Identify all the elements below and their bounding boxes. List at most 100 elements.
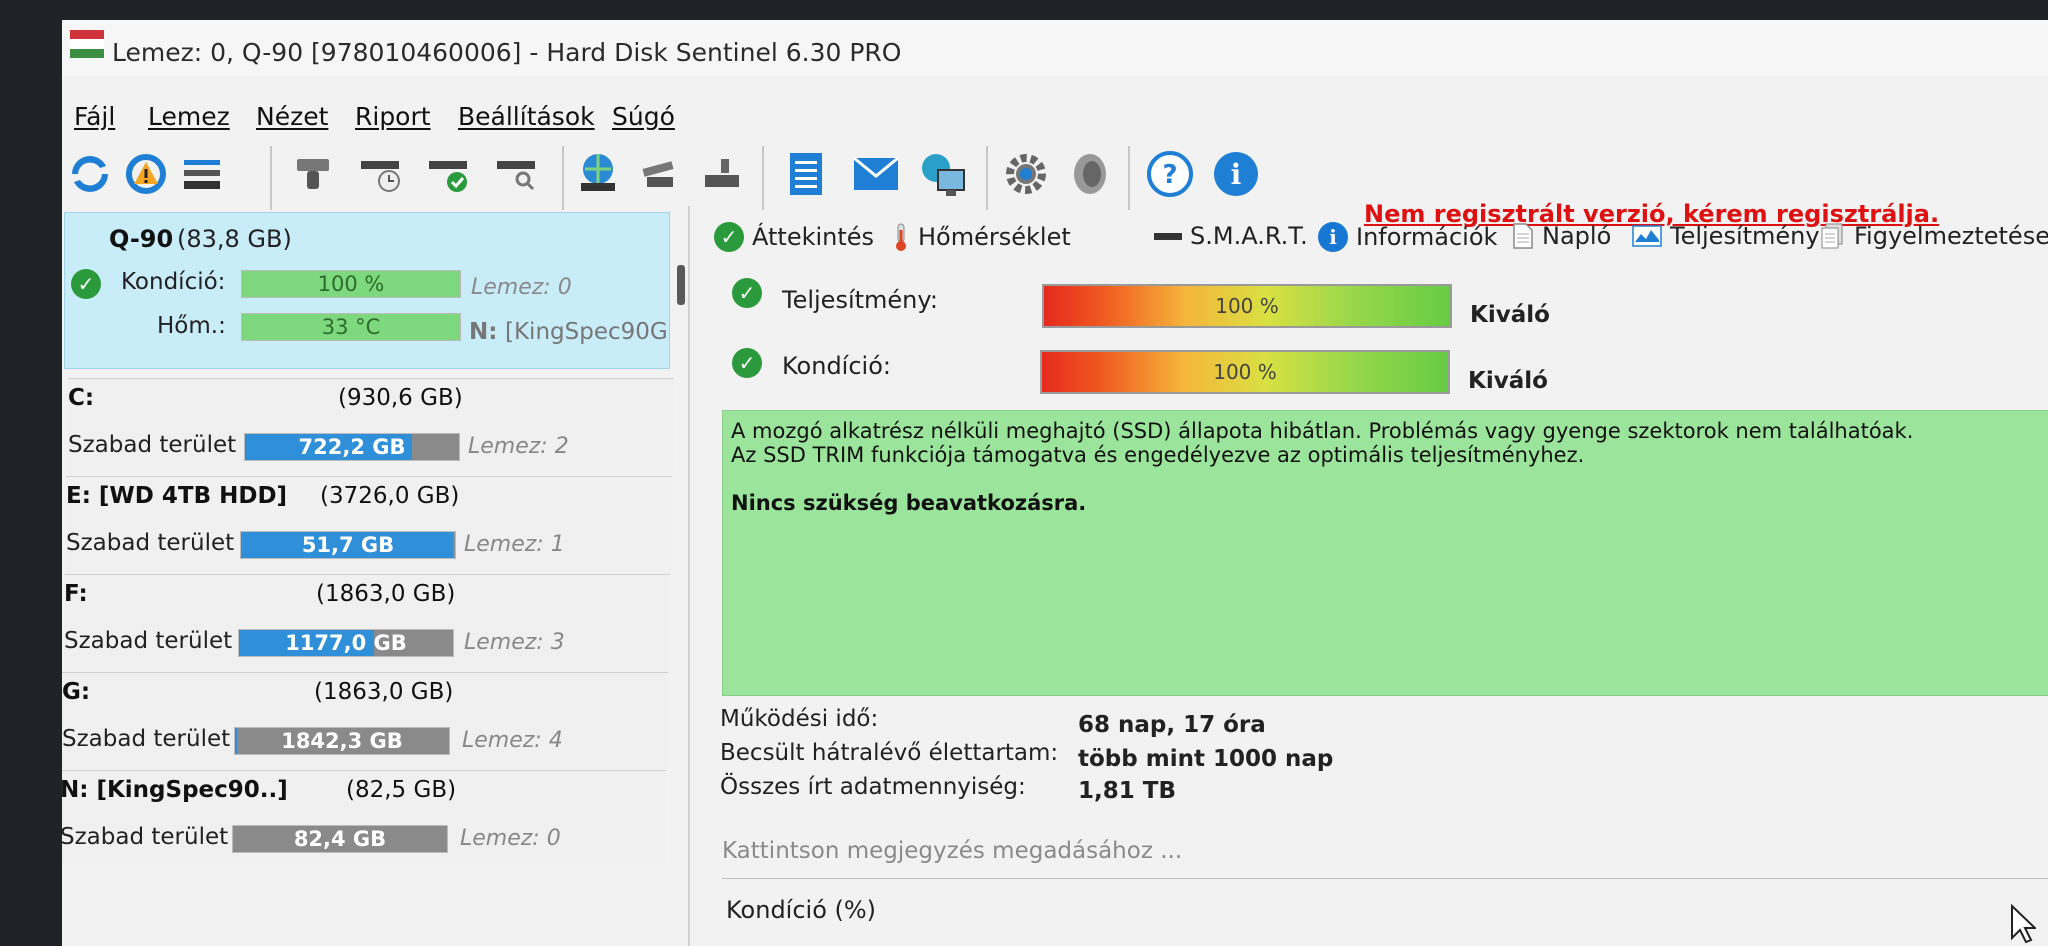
tab-label: Teljesítmény [1670, 222, 1820, 250]
disk-list-button[interactable] [174, 144, 230, 204]
tab-information[interactable]: i Információk [1318, 222, 1497, 252]
temperature-bar-value: 33 °C [321, 315, 381, 339]
web-button[interactable] [914, 144, 970, 204]
report-button[interactable] [778, 144, 834, 204]
disk-panel: Q-90 (83,8 GB) ✓ Kondíció: 100 % Lemez: … [62, 206, 698, 946]
volume-item[interactable]: E: [WD 4TB HDD] (3726,0 GB) Szabad terül… [66, 476, 672, 573]
disk-schedule-button[interactable] [354, 144, 410, 204]
tab-label: Információk [1356, 223, 1498, 251]
condition-ok-icon: ✓ [732, 348, 762, 378]
alerts-document-icon [1821, 223, 1843, 249]
condition-rating: Kiváló [1468, 368, 1548, 394]
email-button[interactable] [848, 144, 904, 204]
uptime-value: 68 nap, 17 óra [1078, 712, 1266, 738]
globe-disk-icon [581, 154, 615, 191]
free-space-bar: 51,7 GB [240, 531, 456, 559]
disk-search-button[interactable] [490, 144, 546, 204]
toolbar-separator [1128, 146, 1130, 210]
tab-overview[interactable]: ✓ Áttekintés [714, 222, 874, 252]
menu-disk[interactable]: Lemez [148, 102, 230, 131]
globe-disk-button[interactable] [570, 144, 626, 204]
free-space-value: 1177,0 GB [285, 631, 407, 655]
menu-file[interactable]: Fájl [74, 102, 115, 131]
performance-gauge-value: 100 % [1215, 294, 1279, 318]
free-space-value: 82,4 GB [293, 827, 387, 851]
info-icon: i [1214, 152, 1258, 196]
disk-check-icon [429, 161, 467, 192]
volume-disk-index: Lemez: 3 [464, 630, 565, 655]
status-action: Nincs szükség beavatkozásra. [731, 491, 1087, 515]
window-title: Lemez: 0, Q-90 [978010460006] - Hard Dis… [112, 38, 902, 67]
condition-bar: 100 % [241, 270, 461, 298]
panel-divider[interactable] [688, 206, 690, 946]
menu-view[interactable]: Nézet [256, 102, 328, 131]
network-disk-icon [705, 159, 739, 187]
menu-report[interactable]: Riport [355, 102, 431, 131]
free-space-label: Szabad terület [64, 628, 233, 654]
tab-alerts[interactable]: Figyelmeztetések [1820, 222, 2048, 250]
volume-item[interactable]: F: (1863,0 GB) Szabad terület 1177,0 GB … [64, 574, 670, 671]
note-field[interactable]: Kattintson megjegyzés megadásához ... [722, 830, 2048, 879]
tab-smart[interactable]: S.M.A.R.T. [1154, 222, 1308, 250]
condition-chart-label: Kondíció (%) [726, 896, 877, 924]
mouse-cursor-icon [2011, 904, 2036, 944]
refresh-warning-icon [126, 154, 166, 194]
settings-button[interactable] [998, 144, 1054, 204]
volume-name: F: [64, 581, 88, 607]
status-line-2: Az SSD TRIM funkciója támogatva és enged… [731, 443, 1585, 467]
performance-label: Teljesítmény: [782, 286, 938, 314]
selected-disk-card[interactable]: Q-90 (83,8 GB) ✓ Kondíció: 100 % Lemez: … [64, 212, 685, 369]
volume-item[interactable]: N: [KingSpec90..] (82,5 GB) Szabad terül… [62, 770, 666, 867]
written-label: Összes írt adatmennyiség: [720, 774, 1026, 800]
disk-volume-name: [KingSpec90G [505, 319, 668, 345]
usb-disk-button[interactable] [632, 144, 688, 204]
email-icon [853, 156, 899, 190]
status-line-1: A mozgó alkatrész nélküli meghajtó (SSD)… [731, 419, 1914, 443]
disk-name: Q-90 [109, 225, 174, 253]
condition-bar-value: 100 % [317, 272, 385, 296]
volume-name: C: [68, 385, 95, 411]
tab-temperature[interactable]: Hőmérséklet [892, 222, 1071, 252]
svg-text:?: ? [1162, 160, 1177, 190]
help-button[interactable]: ? [1142, 144, 1198, 204]
usb-disk-icon [642, 161, 674, 187]
detail-tabs: ✓ Áttekintés Hőmérséklet S.M.A.R.T. i In… [714, 218, 2048, 274]
disk-volume-prefix: N: [469, 319, 498, 345]
disk-index: Lemez: 0 [471, 275, 572, 300]
uptime-label: Működési idő: [720, 706, 879, 732]
network-disk-button[interactable] [694, 144, 750, 204]
menu-bar: Fájl Lemez Nézet Riport Beállítások Súgó [62, 80, 2048, 140]
sound-button[interactable] [1062, 144, 1118, 204]
disk-list-icon [184, 160, 220, 189]
disk-search-icon [497, 161, 535, 191]
tab-label: Napló [1542, 222, 1612, 250]
disk-card-scrollbar[interactable] [677, 265, 685, 305]
tab-performance[interactable]: Teljesítmény [1632, 222, 1820, 250]
disk-check-button[interactable] [422, 144, 478, 204]
performance-ok-icon: ✓ [732, 278, 762, 308]
web-icon [922, 154, 965, 196]
condition-gauge-value: 100 % [1213, 360, 1277, 384]
refresh-button[interactable] [62, 144, 118, 204]
info-button[interactable]: i [1208, 144, 1264, 204]
volume-item[interactable]: G: (1863,0 GB) Szabad terület 1842,3 GB … [62, 672, 668, 769]
volume-disk-index: Lemez: 1 [464, 532, 565, 557]
status-description: A mozgó alkatrész nélküli meghajtó (SSD)… [722, 410, 2048, 696]
disk-tool-button[interactable] [286, 144, 342, 204]
free-space-value: 51,7 GB [301, 533, 395, 557]
lifetime-value: több mint 1000 nap [1078, 746, 1334, 772]
performance-gauge: 100 % [1042, 284, 1452, 328]
free-space-label: Szabad terület [68, 432, 237, 458]
menu-help[interactable]: Súgó [612, 102, 675, 131]
tab-log[interactable]: Napló [1512, 222, 1611, 250]
tab-label: Hőmérséklet [918, 223, 1071, 251]
menu-settings[interactable]: Beállítások [458, 102, 595, 131]
refresh-icon [72, 156, 108, 192]
thermometer-icon [896, 223, 906, 251]
condition-label: Kondíció: [121, 269, 226, 295]
refresh-warning-button[interactable] [118, 144, 174, 204]
volume-disk-index: Lemez: 4 [462, 728, 563, 753]
disk-tool-icon [297, 159, 329, 189]
settings-gear-icon [1006, 154, 1046, 194]
volume-item[interactable]: C: (930,6 GB) Szabad terület 722,2 GB Le… [68, 378, 674, 475]
